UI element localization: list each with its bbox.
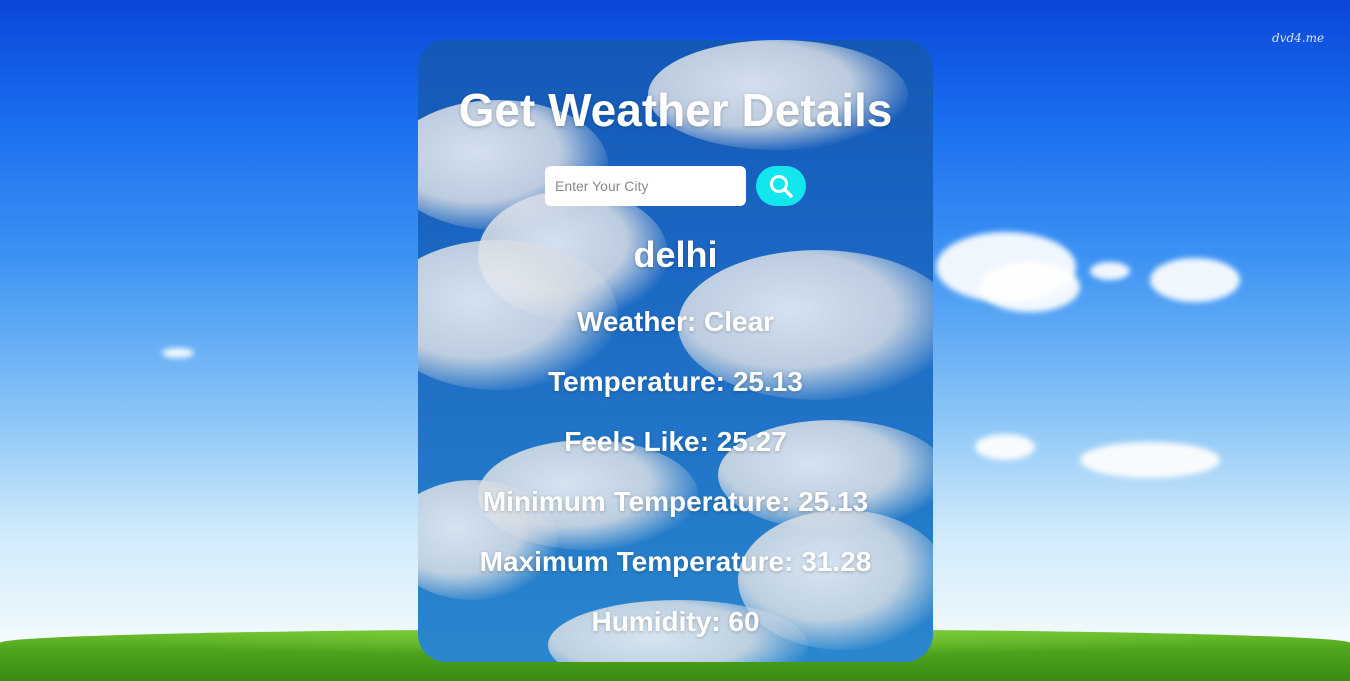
weather-card: Get Weather Details delhi Weather: Clear…: [418, 40, 933, 662]
card-content: Get Weather Details delhi Weather: Clear…: [418, 40, 933, 638]
maximum-temperature: Maximum Temperature: 31.28: [479, 546, 872, 577]
weather-condition: Weather: Clear: [576, 306, 775, 337]
search-bar: [418, 166, 933, 206]
city-search-input[interactable]: [545, 166, 746, 206]
sky-cloud: [980, 262, 1080, 312]
sky-cloud: [1080, 442, 1220, 478]
page-title: Get Weather Details: [458, 84, 893, 136]
weather-details: Weather: Clear Temperature: 25.13 Feels …: [418, 306, 933, 638]
watermark: dvd4.me: [1272, 31, 1325, 45]
city-name: delhi: [633, 234, 718, 275]
sky-cloud: [975, 434, 1035, 460]
page-background: dvd4.me Get Weather Details Enter Your C…: [0, 0, 1350, 681]
temperature: Temperature: 25.13: [548, 366, 803, 397]
minimum-temperature: Minimum Temperature: 25.13: [482, 486, 869, 517]
humidity: Humidity: 60: [591, 606, 760, 637]
sky-cloud: [1150, 258, 1240, 302]
sky-cloud: [162, 348, 194, 358]
search-icon: [770, 175, 793, 198]
search-button[interactable]: [756, 166, 806, 206]
feels-like: Feels Like: 25.27: [564, 426, 787, 457]
sky-cloud: [1090, 262, 1130, 280]
